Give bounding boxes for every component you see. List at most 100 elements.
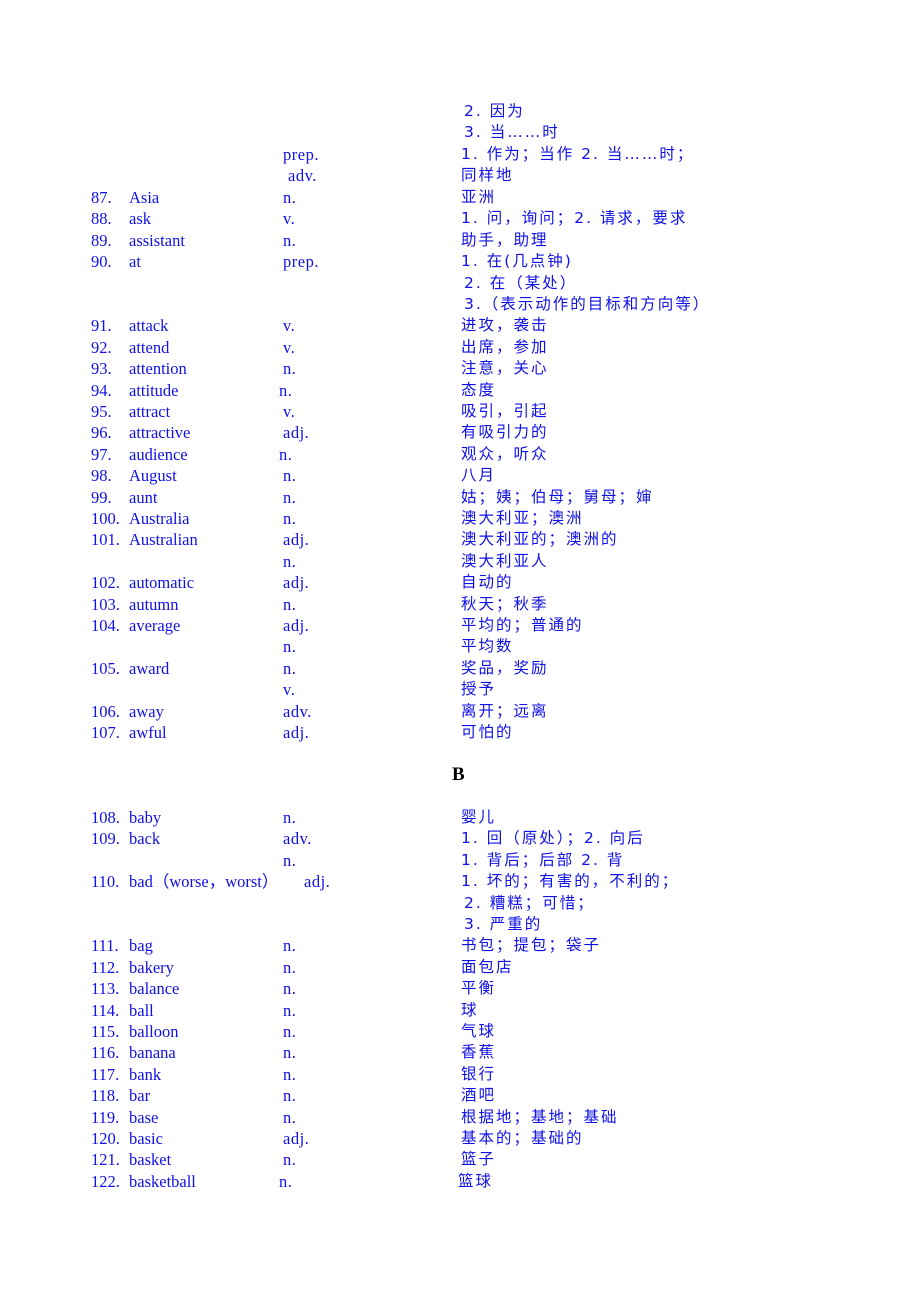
entry-row: 118. bar n. 酒吧 (0, 1085, 920, 1106)
part-of-speech: v. (283, 680, 296, 700)
entry-number: 114. (91, 1000, 120, 1020)
definition: 3.（表示动作的目标和方向等） (464, 295, 711, 313)
entry-number: 102. (91, 573, 120, 593)
definition: 可怕的 (461, 723, 514, 741)
definition: 3. 严重的 (464, 915, 543, 933)
part-of-speech: adv. (288, 166, 317, 185)
headword: attractive (129, 423, 191, 443)
entry-row: 91. attack v. 进攻，袭击 (0, 315, 920, 336)
part-of-speech: adj. (283, 723, 310, 742)
part-of-speech: n. (283, 230, 297, 250)
headword: August (129, 466, 177, 486)
definition: 八月 (461, 466, 497, 485)
entry-row: 87. Asia n. 亚洲 (0, 187, 920, 208)
entry-row: 92. attend v. 出席，参加 (0, 337, 920, 358)
entry-row: 89. assistant n. 助手，助理 (0, 230, 920, 251)
entry-row: 98. August n. 八月 (0, 465, 920, 486)
definition: 香蕉 (461, 1043, 497, 1062)
entry-row: 109. back adv. 1. 回（原处）；2. 向后 (0, 828, 920, 849)
entry-row: 111. bag n. 书包；提包；袋子 (0, 935, 920, 956)
definition: 平衡 (461, 979, 497, 998)
entry-row: 105. award n. 奖品，奖励 (0, 658, 920, 679)
part-of-speech: n. (283, 551, 297, 571)
part-of-speech: n. (283, 594, 297, 614)
definition: 态度 (461, 380, 497, 399)
headword: assistant (129, 230, 185, 250)
definition: 平均的；普通的 (461, 616, 584, 634)
definition: 篮球 (458, 1171, 494, 1190)
definition: 姑；姨；伯母；舅母；婶 (461, 487, 654, 506)
entry-row: 101. Australian adj. 澳大利亚的；澳洲的 (0, 529, 920, 550)
definition: 1. 背后；后部 2. 背 (461, 850, 625, 869)
entry-row: 99. aunt n. 姑；姨；伯母；舅母；婶 (0, 487, 920, 508)
definition: 离开；远离 (461, 701, 549, 720)
definition: 有吸引力的 (461, 423, 549, 442)
entry-continuation-row: n. 澳大利亚人 (0, 551, 920, 572)
section-heading: B (452, 764, 465, 785)
entry-number: 93. (91, 359, 112, 379)
entry-number: 112. (91, 957, 120, 977)
entry-number: 117. (91, 1064, 120, 1084)
entry-row: 104. average adj. 平均的；普通的 (0, 615, 920, 636)
part-of-speech: n. (283, 188, 297, 207)
entry-row: 121. basket n. 篮子 (0, 1149, 920, 1170)
part-of-speech: n. (283, 509, 297, 528)
entry-number: 120. (91, 1129, 120, 1148)
entry-row: 120. basic adj. 基本的；基础的 (0, 1128, 920, 1149)
entry-number: 96. (91, 423, 112, 443)
part-of-speech: adv. (283, 701, 312, 721)
headword: award (129, 658, 170, 678)
headword: bakery (129, 957, 174, 977)
headword: balloon (129, 1022, 179, 1041)
entry-number: 87. (91, 188, 112, 207)
headword: average (129, 616, 181, 635)
entry-row: 113. balance n. 平衡 (0, 978, 920, 999)
part-of-speech: n. (283, 957, 297, 977)
entry-row: 117. bank n. 银行 (0, 1064, 920, 1085)
headword: bag (129, 936, 153, 956)
entry-row: 108. baby n. 婴儿 (0, 807, 920, 828)
entry-number: 108. (91, 808, 120, 827)
entry-number: 113. (91, 979, 120, 999)
headword: attention (129, 359, 187, 379)
part-of-speech: n. (283, 658, 297, 678)
part-of-speech: n. (283, 1022, 297, 1041)
entry-row: 100. Australia n. 澳大利亚；澳洲 (0, 508, 920, 529)
entry-row: 102. automatic adj. 自动的 (0, 572, 920, 593)
headword: Australia (129, 509, 190, 528)
definition: 2. 在（某处） (464, 273, 578, 292)
definition: 同样地 (461, 166, 514, 184)
entry-continuation-row: 3.（表示动作的目标和方向等） (0, 294, 920, 315)
headword: base (129, 1107, 159, 1127)
definition: 1. 问，询问；2. 请求，要求 (461, 209, 688, 228)
definition: 澳大利亚人 (461, 551, 549, 570)
continuation-row: 3. 当……时 (0, 122, 920, 143)
headword: attend (129, 337, 170, 357)
headword: banana (129, 1043, 176, 1063)
definition: 奖品，奖励 (461, 658, 549, 677)
definition: 亚洲 (461, 188, 497, 206)
part-of-speech: adj. (304, 872, 331, 892)
definition: 书包；提包；袋子 (461, 936, 602, 955)
part-of-speech: adj. (283, 616, 310, 635)
entry-row: 96. attractive adj. 有吸引力的 (0, 422, 920, 443)
entry-row: 115. balloon n. 气球 (0, 1021, 920, 1042)
part-of-speech: n. (283, 808, 297, 827)
definition: 球 (461, 1000, 479, 1019)
entry-number: 90. (91, 252, 112, 272)
entry-number: 110. (91, 872, 120, 892)
headword: awful (129, 723, 167, 742)
part-of-speech: n. (283, 637, 297, 657)
headword: at (129, 252, 141, 272)
part-of-speech: n. (279, 380, 293, 400)
entry-number: 95. (91, 402, 112, 421)
part-of-speech: n. (283, 1086, 297, 1106)
definition: 篮子 (461, 1150, 497, 1169)
definition: 面包店 (461, 957, 514, 976)
entry-row: 114. ball n. 球 (0, 1000, 920, 1021)
definition: 澳大利亚；澳洲 (461, 509, 584, 527)
definition: 自动的 (461, 573, 514, 592)
part-of-speech: v. (283, 209, 296, 229)
entry-row: 88. ask v. 1. 问，询问；2. 请求，要求 (0, 208, 920, 229)
entry-continuation-row: 3. 严重的 (0, 914, 920, 935)
